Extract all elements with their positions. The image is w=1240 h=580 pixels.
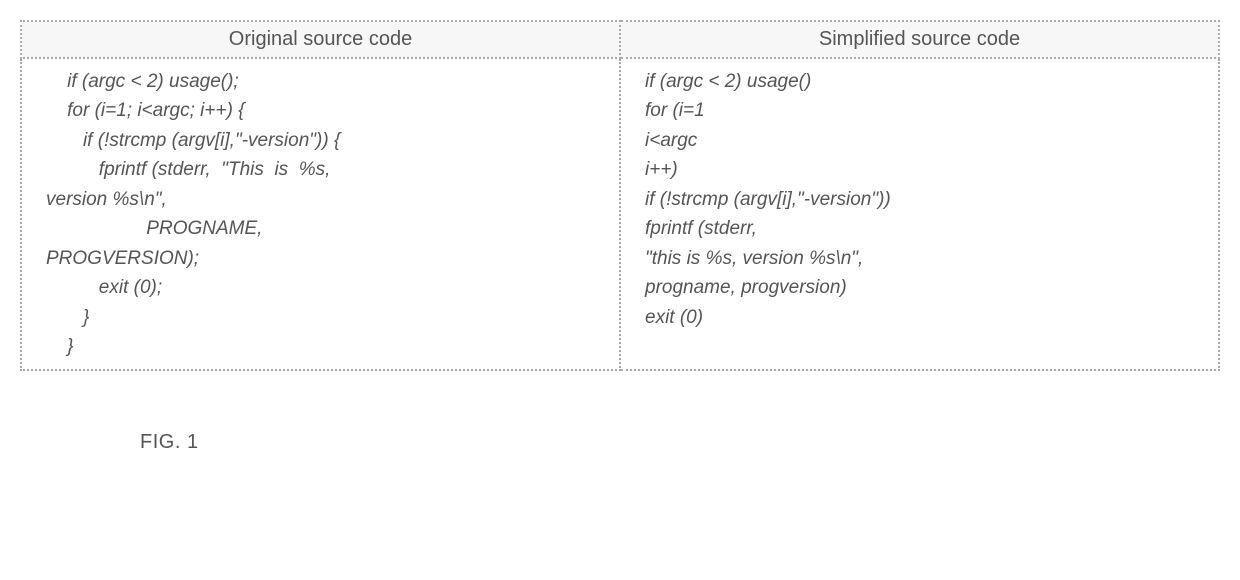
cell-original-code: if (argc < 2) usage(); for (i=1; i<argc;…	[21, 58, 620, 370]
figure-page: Original source code Simplified source c…	[20, 20, 1220, 454]
cell-simplified-code: if (argc < 2) usage() for (i=1 i<argc i+…	[620, 58, 1219, 370]
figure-caption: FIG. 1	[140, 431, 1220, 454]
table-row: if (argc < 2) usage(); for (i=1; i<argc;…	[21, 58, 1219, 370]
code-comparison-table: Original source code Simplified source c…	[20, 20, 1220, 371]
simplified-code-block: if (argc < 2) usage() for (i=1 i<argc i+…	[633, 67, 1206, 332]
original-code-block: if (argc < 2) usage(); for (i=1; i<argc;…	[34, 67, 607, 361]
header-original: Original source code	[21, 21, 620, 58]
table-header-row: Original source code Simplified source c…	[21, 21, 1219, 58]
header-simplified: Simplified source code	[620, 21, 1219, 58]
